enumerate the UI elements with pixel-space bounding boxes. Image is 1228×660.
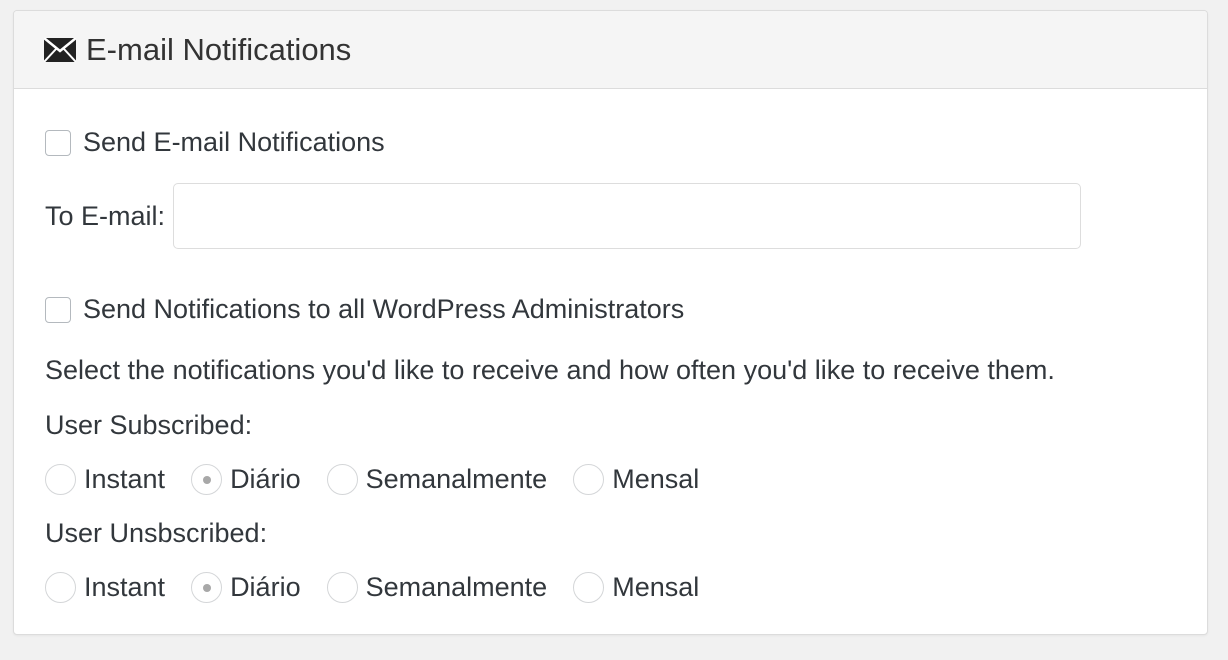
description-text: Select the notifications you'd like to r… — [45, 355, 1055, 385]
radio-option[interactable]: Mensal — [573, 464, 699, 495]
to-email-label: To E-mail: — [45, 200, 166, 231]
radio-label[interactable]: Mensal — [612, 464, 699, 495]
radio-label[interactable]: Semanalmente — [366, 464, 548, 495]
radio-option[interactable]: Semanalmente — [326, 572, 548, 603]
radio-option[interactable]: Mensal — [573, 572, 699, 603]
radio-option[interactable]: Diário — [191, 464, 301, 495]
radio-semanalmente[interactable] — [326, 572, 358, 603]
radio-label[interactable]: Instant — [84, 464, 165, 495]
radio-semanalmente[interactable] — [326, 464, 358, 495]
send-email-row: Send E-mail Notifications — [45, 127, 385, 158]
radio-option[interactable]: Semanalmente — [326, 464, 548, 495]
radio-mensal[interactable] — [573, 572, 605, 603]
to-email-input[interactable] — [173, 183, 1082, 249]
radio-instant[interactable] — [45, 464, 76, 495]
radio-label[interactable]: Semanalmente — [366, 572, 548, 603]
panel-title: E-mail Notifications — [86, 31, 352, 67]
radio-label[interactable]: Diário — [230, 464, 301, 495]
radio-label[interactable]: Diário — [230, 572, 301, 603]
send-email-label[interactable]: Send E-mail Notifications — [83, 127, 385, 158]
notifications-description: Select the notifications you'd like to r… — [45, 355, 1055, 386]
user-subscribed-radio-group: Instant Diário Semanalmente Mensal — [45, 464, 725, 495]
radio-label[interactable]: Mensal — [612, 572, 699, 603]
send-admins-row: Send Notifications to all WordPress Admi… — [45, 294, 684, 325]
send-email-checkbox[interactable] — [45, 129, 71, 156]
user-subscribed-label: User Subscribed: — [45, 410, 253, 440]
email-notifications-panel: E-mail Notifications Send E-mail Notific… — [13, 10, 1208, 635]
user-subscribed-heading: User Subscribed: — [45, 410, 252, 441]
radio-instant[interactable] — [45, 572, 76, 603]
send-admins-label[interactable]: Send Notifications to all WordPress Admi… — [83, 294, 684, 325]
radio-diario[interactable] — [191, 464, 223, 495]
to-email-row: To E-mail: — [45, 183, 1082, 249]
radio-option[interactable]: Diário — [191, 572, 301, 603]
radio-option[interactable]: Instant — [45, 464, 165, 495]
radio-diario[interactable] — [191, 572, 223, 603]
user-unsubscribed-heading: User Unsbscribed: — [45, 518, 267, 549]
user-unsubscribed-radio-group: Instant Diário Semanalmente Mensal — [45, 572, 725, 603]
radio-mensal[interactable] — [573, 464, 605, 495]
user-unsubscribed-label: User Unsbscribed: — [45, 518, 268, 548]
panel-header: E-mail Notifications — [14, 11, 1207, 89]
envelope-icon — [44, 37, 76, 63]
radio-option[interactable]: Instant — [45, 572, 165, 603]
radio-label[interactable]: Instant — [84, 572, 165, 603]
send-admins-checkbox[interactable] — [45, 296, 71, 323]
